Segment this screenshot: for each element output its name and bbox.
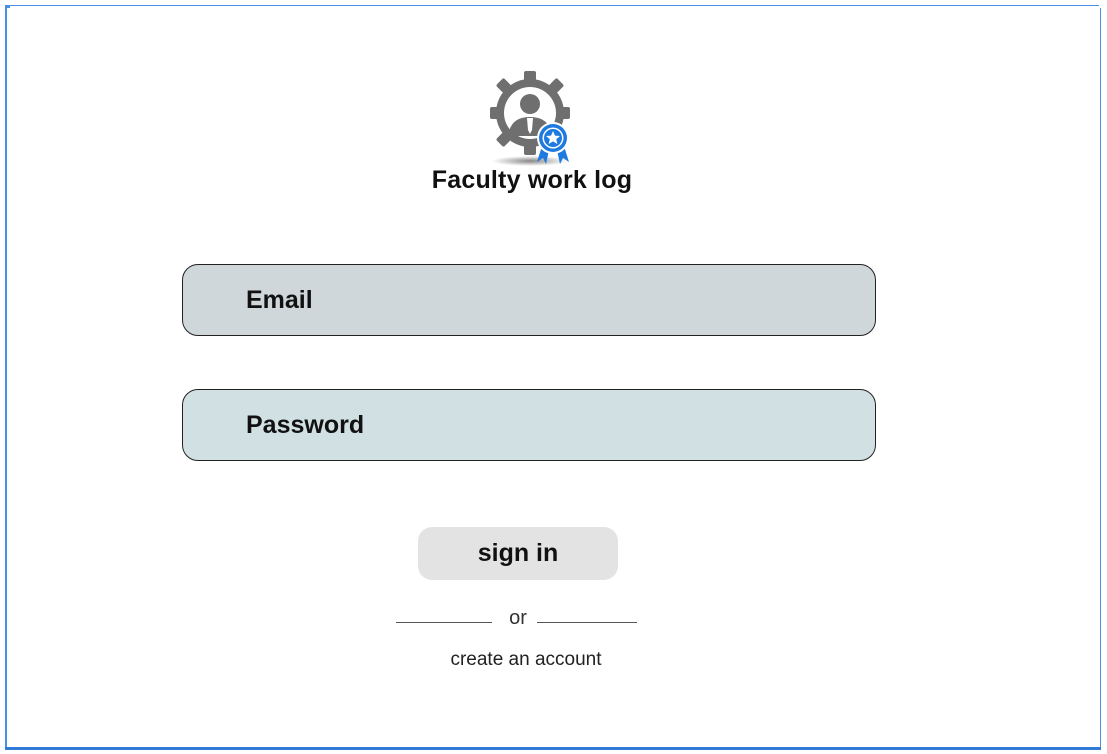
divider-line-right: [537, 622, 637, 623]
password-field[interactable]: [183, 390, 875, 460]
window-border-bottom: [5, 747, 1101, 750]
window-border-left: [5, 8, 7, 748]
sign-in-button[interactable]: sign in: [418, 527, 618, 580]
app-title: Faculty work log: [431, 166, 633, 194]
email-field[interactable]: [183, 265, 875, 335]
login-window: Faculty work log sign in or create an ac…: [0, 0, 1107, 754]
create-account-link[interactable]: create an account: [376, 649, 676, 671]
divider-or-text: or: [509, 607, 527, 629]
window-border-top: [10, 5, 1099, 6]
window-border-right: [1100, 8, 1101, 748]
divider-line-left: [396, 622, 492, 623]
faculty-badge-icon: [490, 71, 570, 166]
password-field-container[interactable]: [182, 389, 876, 461]
email-field-container[interactable]: [182, 264, 876, 336]
